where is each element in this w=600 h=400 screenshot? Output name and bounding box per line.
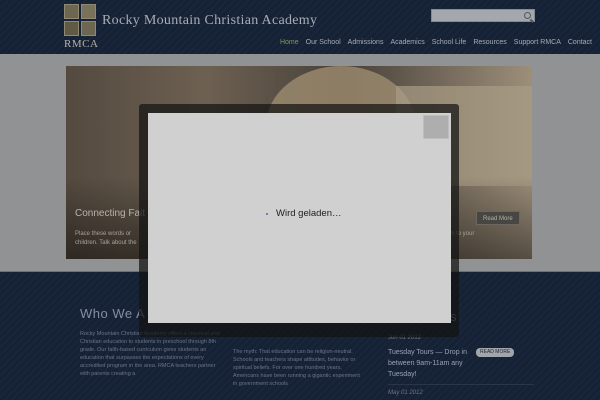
loading-spinner-icon xyxy=(266,213,268,215)
loading-text: Wird geladen… xyxy=(276,208,342,219)
modal-close-button[interactable] xyxy=(423,115,449,139)
